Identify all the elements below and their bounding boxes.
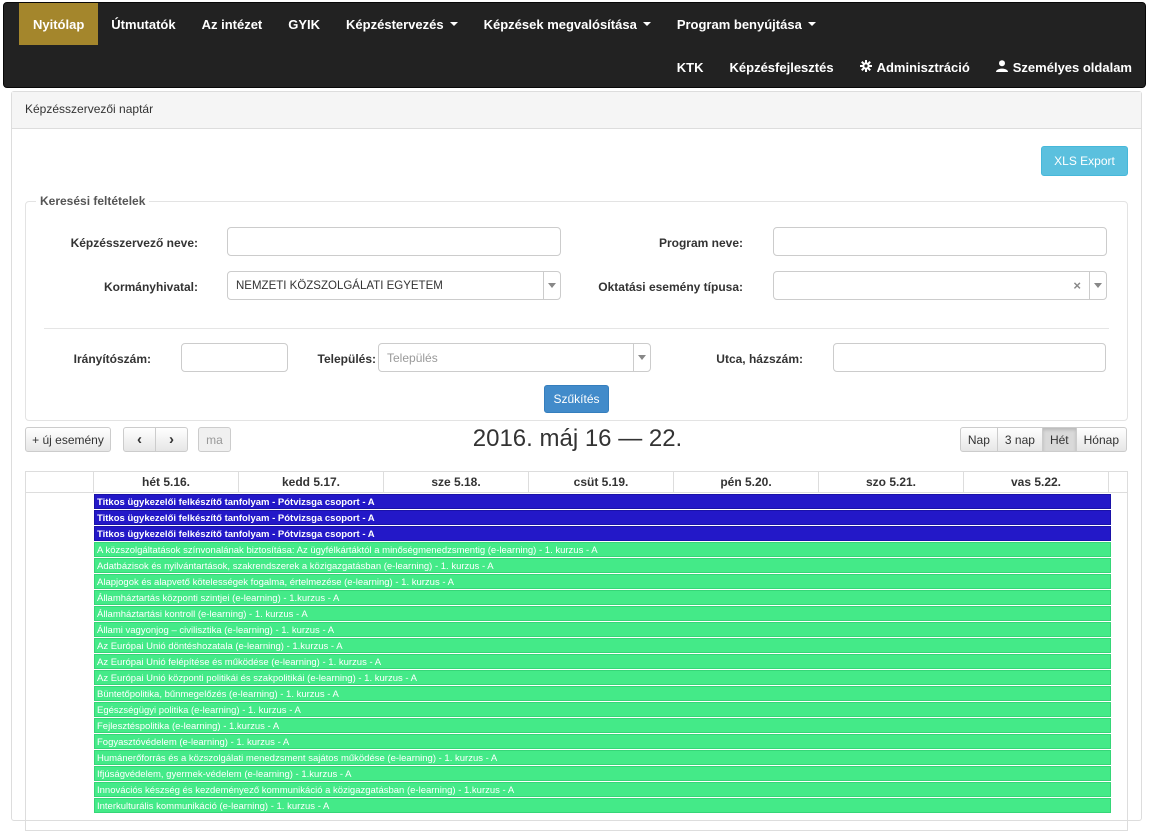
program-label: Program neve: bbox=[658, 236, 743, 250]
view-week-button[interactable]: Hét bbox=[1042, 427, 1077, 452]
calendar-event[interactable]: Titkos ügykezelői felkészítő tanfolyam -… bbox=[94, 510, 1111, 525]
scrollbar-gap bbox=[1109, 472, 1126, 492]
view-switcher: Nap 3 nap Hét Hónap bbox=[959, 427, 1127, 452]
nav-administration-label: Adminisztráció bbox=[876, 59, 970, 75]
time-axis-header bbox=[26, 472, 94, 492]
office-select[interactable]: NEMZETI KÖZSZOLGÁLATI EGYETEM bbox=[227, 271, 561, 300]
office-select-value: NEMZETI KÖZSZOLGÁLATI EGYETEM bbox=[236, 279, 443, 292]
panel-title: Képzésszervezői naptár bbox=[12, 92, 1141, 129]
clear-icon[interactable]: × bbox=[1073, 278, 1081, 293]
view-day-button[interactable]: Nap bbox=[959, 427, 998, 452]
calendar-event[interactable]: Alapjogok és alapvető kötelességek fogal… bbox=[94, 574, 1111, 589]
zip-label: Irányítószám: bbox=[73, 352, 151, 366]
day-header[interactable]: hét 5.16. bbox=[94, 472, 239, 492]
day-header[interactable]: sze 5.18. bbox=[384, 472, 529, 492]
city-select[interactable]: Település bbox=[378, 343, 651, 372]
main-navbar: Nyitólap Útmutatók Az intézet GYIK Képzé… bbox=[3, 2, 1146, 88]
nav-personal-page[interactable]: Személyes oldalam bbox=[983, 47, 1145, 87]
nav-training-implementation-label: Képzések megvalósítása bbox=[483, 16, 637, 32]
street-label: Utca, házszám: bbox=[716, 352, 803, 366]
nav-training-implementation[interactable]: Képzések megvalósítása bbox=[471, 3, 664, 45]
nav-training-development[interactable]: Képzésfejlesztés bbox=[717, 47, 847, 87]
calendar-event[interactable]: Államháztartás központi szintjei (e-lear… bbox=[94, 590, 1111, 605]
nav-personal-page-label: Személyes oldalam bbox=[1012, 59, 1132, 75]
nav-primary: Nyitólap Útmutatók Az intézet GYIK Képzé… bbox=[19, 3, 829, 45]
calendar-event[interactable]: Államháztartási kontroll (e-learning) - … bbox=[94, 606, 1111, 621]
caret-down-icon bbox=[807, 22, 816, 26]
nav-training-planning[interactable]: Képzéstervezés bbox=[333, 3, 471, 45]
organizer-label: Képzésszervező neve: bbox=[70, 236, 198, 250]
chevron-down-icon[interactable] bbox=[1089, 272, 1106, 299]
calendar-event[interactable]: Az Európai Unió felépítése és működése (… bbox=[94, 654, 1111, 669]
calendar-event[interactable]: Titkos ügykezelői felkészítő tanfolyam -… bbox=[94, 494, 1111, 509]
nav-institute-label: Az intézet bbox=[201, 16, 263, 32]
calendar-event[interactable]: Állami vagyonjog – civilisztika (e-learn… bbox=[94, 622, 1111, 637]
calendar-event[interactable]: Az Európai Unió döntéshozatala (e-learni… bbox=[94, 638, 1111, 653]
calendar-event[interactable]: Titkos ügykezelői felkészítő tanfolyam -… bbox=[94, 526, 1111, 541]
office-label: Kormányhivatal: bbox=[103, 280, 198, 294]
calendar-event[interactable]: Adatbázisok és nyilvántartások, szakrend… bbox=[94, 558, 1111, 573]
event-type-select[interactable]: × bbox=[773, 271, 1107, 300]
calendar-event[interactable]: Ifjúságvédelem, gyermek-védelem (e-learn… bbox=[94, 766, 1111, 781]
divider bbox=[44, 328, 1109, 329]
event-type-label: Oktatási esemény típusa: bbox=[598, 280, 743, 294]
nav-administration[interactable]: Adminisztráció bbox=[847, 47, 983, 87]
calendar-header: hét 5.16. kedd 5.17. sze 5.18. csüt 5.19… bbox=[26, 472, 1127, 493]
day-header[interactable]: csüt 5.19. bbox=[529, 472, 674, 492]
calendar-event[interactable]: Humánerőforrás és a közszolgálati menedz… bbox=[94, 750, 1111, 765]
day-header[interactable]: kedd 5.17. bbox=[239, 472, 384, 492]
nav-ktk[interactable]: KTK bbox=[664, 47, 717, 87]
nav-training-development-label: Képzésfejlesztés bbox=[729, 59, 834, 75]
day-header[interactable]: szo 5.21. bbox=[819, 472, 964, 492]
nav-faq[interactable]: GYIK bbox=[275, 3, 333, 45]
user-icon bbox=[995, 60, 1008, 74]
nav-secondary: KTK Képzésfejlesztés Adminisztráció Szem… bbox=[664, 47, 1145, 87]
nav-training-planning-label: Képzéstervezés bbox=[346, 16, 444, 32]
zip-code-input[interactable] bbox=[181, 343, 288, 372]
search-filters: Keresési feltételek Képzésszervező neve:… bbox=[25, 194, 1128, 421]
calendar-event[interactable]: Fejlesztéspolitika (e-learning) - 1.kurz… bbox=[94, 718, 1111, 733]
nav-program-submission-label: Program benyújtása bbox=[676, 16, 802, 32]
calendar-event[interactable]: Interkulturális kommunikáció (e-learning… bbox=[94, 798, 1111, 813]
nav-program-submission[interactable]: Program benyújtása bbox=[664, 3, 829, 45]
chevron-down-icon[interactable] bbox=[633, 344, 650, 371]
nav-home-label: Nyitólap bbox=[33, 16, 85, 32]
calendar-event[interactable]: A közszolgáltatások színvonalának biztos… bbox=[94, 542, 1111, 557]
organizer-name-input[interactable] bbox=[227, 227, 561, 256]
gear-icon bbox=[859, 60, 872, 74]
week-calendar: hét 5.16. kedd 5.17. sze 5.18. csüt 5.19… bbox=[25, 471, 1128, 831]
nav-institute[interactable]: Az intézet bbox=[189, 3, 276, 45]
nav-faq-label: GYIK bbox=[288, 16, 321, 32]
view-3day-button[interactable]: 3 nap bbox=[997, 427, 1043, 452]
caret-down-icon bbox=[642, 22, 651, 26]
street-input[interactable] bbox=[833, 343, 1106, 372]
nav-guides[interactable]: Útmutatók bbox=[98, 3, 188, 45]
city-label: Település: bbox=[317, 352, 376, 366]
filter-submit-button[interactable]: Szűkítés bbox=[544, 385, 609, 413]
caret-down-icon bbox=[449, 22, 458, 26]
calendar-event[interactable]: Büntetőpolitika, bűnmegelőzés (e-learnin… bbox=[94, 686, 1111, 701]
view-month-button[interactable]: Hónap bbox=[1076, 427, 1127, 452]
search-legend: Keresési feltételek bbox=[40, 194, 146, 208]
program-name-input[interactable] bbox=[773, 227, 1107, 256]
all-day-events: Titkos ügykezelői felkészítő tanfolyam -… bbox=[94, 494, 1111, 814]
calendar-event[interactable]: Innovációs készség és kezdeményező kommu… bbox=[94, 782, 1111, 797]
calendar-panel: Képzésszervezői naptár XLS Export Keresé… bbox=[11, 91, 1142, 831]
day-header[interactable]: pén 5.20. bbox=[674, 472, 819, 492]
chevron-down-icon[interactable] bbox=[543, 272, 560, 299]
calendar-event[interactable]: Egészségügyi politika (e-learning) - 1. … bbox=[94, 702, 1111, 717]
nav-ktk-label: KTK bbox=[676, 59, 704, 75]
calendar-event[interactable]: Fogyasztóvédelem (e-learning) - 1. kurzu… bbox=[94, 734, 1111, 749]
xls-export-button[interactable]: XLS Export bbox=[1041, 146, 1128, 176]
nav-home[interactable]: Nyitólap bbox=[19, 3, 99, 45]
nav-guides-label: Útmutatók bbox=[111, 16, 176, 32]
calendar-event[interactable]: Az Európai Unió központi politikái és sz… bbox=[94, 670, 1111, 685]
day-header[interactable]: vas 5.22. bbox=[964, 472, 1109, 492]
city-placeholder: Település bbox=[387, 350, 438, 365]
